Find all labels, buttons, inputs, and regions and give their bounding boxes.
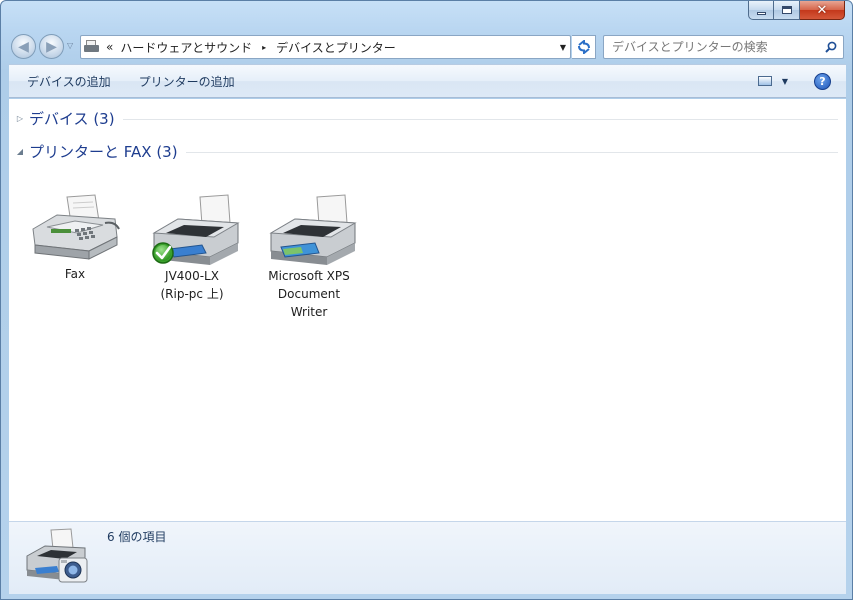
address-bar[interactable]: « ハードウェアとサウンド ▸ デバイスとプリンター ▼	[80, 35, 571, 59]
group-title[interactable]: デバイス (3)	[29, 108, 115, 129]
printer-icon	[269, 194, 357, 265]
device-label: Fax	[64, 267, 86, 281]
refresh-icon	[577, 40, 590, 54]
devices-printers-icon	[26, 528, 88, 583]
chevron-down-icon: ▽	[67, 41, 74, 50]
caption-buttons: ✕	[748, 1, 845, 21]
divider	[122, 118, 838, 120]
change-view-button[interactable]: ▼	[757, 76, 788, 86]
explorer-window: ✕ ◀ ▶ ▽ « ハードウェアとサウンド ▸ デバイスとプリンター ▼ デバイ…	[0, 0, 853, 600]
details-pane: 6 個の項目	[9, 521, 846, 594]
expand-arrow-icon[interactable]: ▷	[13, 114, 27, 123]
device-label-line: (Rip-pc 上)	[160, 287, 224, 301]
search-box[interactable]	[603, 35, 844, 59]
breadcrumb-overflow[interactable]: «	[106, 40, 113, 54]
device-label: Microsoft XPS Document Writer	[268, 267, 350, 321]
command-bar: デバイスの追加 プリンターの追加 ▼ ?	[9, 64, 846, 98]
refresh-button[interactable]	[572, 35, 596, 59]
address-history-dropdown-icon[interactable]: ▼	[560, 43, 566, 52]
group-printers-fax[interactable]: ◢ プリンターと FAX (3)	[9, 140, 838, 162]
collapse-arrow-icon[interactable]: ◢	[13, 147, 27, 156]
add-device-button[interactable]: デバイスの追加	[9, 65, 125, 97]
group-devices[interactable]: ▷ デバイス (3)	[9, 107, 838, 129]
close-button[interactable]: ✕	[800, 1, 845, 20]
arrow-right-icon: ▶	[46, 38, 57, 55]
add-printer-button[interactable]: プリンターの追加	[125, 65, 249, 97]
device-label-line: JV400-LX	[165, 269, 219, 283]
device-item-xps-writer[interactable]: Microsoft XPS Document Writer	[253, 193, 365, 321]
device-label-line: Microsoft XPS	[268, 269, 350, 283]
content-pane: ▷ デバイス (3) ◢ プリンターと FAX (3) Fax JV400-LX…	[9, 99, 846, 521]
search-icon[interactable]	[825, 41, 837, 53]
arrow-left-icon: ◀	[18, 38, 29, 55]
navigation-row: ◀ ▶ ▽ « ハードウェアとサウンド ▸ デバイスとプリンター ▼	[1, 31, 852, 63]
minimize-button[interactable]	[748, 1, 774, 20]
divider	[185, 151, 838, 153]
device-item-jv400-lx[interactable]: JV400-LX (Rip-pc 上)	[136, 193, 248, 303]
item-count: 6 個の項目	[107, 530, 167, 544]
maximize-icon	[781, 6, 792, 14]
breadcrumb-separator-icon[interactable]: ▸	[262, 43, 266, 52]
group-title[interactable]: プリンターと FAX (3)	[29, 141, 178, 162]
chevron-down-icon: ▼	[781, 76, 788, 86]
device-label-line: Writer	[290, 305, 328, 319]
help-icon: ?	[819, 75, 826, 88]
device-label: JV400-LX (Rip-pc 上)	[160, 267, 223, 303]
view-icon	[757, 76, 772, 86]
help-button[interactable]: ?	[814, 73, 831, 90]
close-icon: ✕	[816, 2, 828, 18]
device-item-fax[interactable]: Fax	[19, 193, 131, 283]
forward-button[interactable]: ▶	[39, 34, 64, 59]
recent-pages-dropdown[interactable]: ▽	[67, 41, 76, 50]
breadcrumb-hardware-sound[interactable]: ハードウェアとサウンド	[120, 39, 252, 56]
fax-icon	[32, 194, 120, 260]
printer-icon	[152, 194, 240, 265]
devices-printers-icon	[84, 40, 100, 54]
breadcrumb-devices-printers[interactable]: デバイスとプリンター	[276, 39, 396, 56]
search-input[interactable]	[612, 40, 817, 54]
minimize-icon	[756, 11, 766, 15]
back-button[interactable]: ◀	[11, 34, 36, 59]
device-label-line: Document	[277, 287, 341, 301]
maximize-button[interactable]	[774, 1, 800, 20]
